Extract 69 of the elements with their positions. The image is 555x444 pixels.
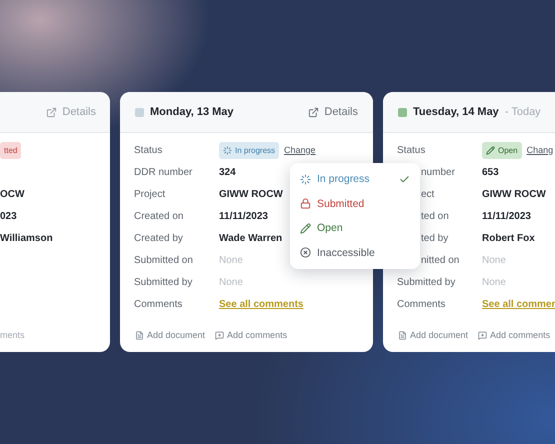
document-icon — [135, 330, 144, 340]
field-value: 11/11/2023 — [219, 210, 268, 222]
change-link[interactable]: Chang — [526, 145, 554, 155]
check-icon — [399, 174, 410, 185]
add-document-link[interactable]: Add document — [135, 330, 206, 340]
loader-icon — [223, 146, 232, 154]
field-label: ted by — [420, 232, 450, 244]
field-label: Created on — [134, 210, 184, 222]
field-label: nitted on — [420, 254, 460, 266]
comment-plus-icon — [478, 330, 488, 340]
card-title: Monday, 13 May — [150, 106, 234, 118]
loader-icon — [300, 174, 311, 185]
status-option[interactable]: Open — [290, 216, 420, 240]
comments-link[interactable]: See all comments — [219, 298, 304, 310]
field-label: Status — [134, 144, 164, 156]
pencil-icon — [486, 146, 495, 154]
status-badge: tted — [0, 142, 22, 158]
comment-plus-icon — [215, 330, 224, 340]
field-label: DDR number — [134, 166, 194, 178]
field-value: 653 — [482, 166, 499, 178]
option-label: In progress — [317, 173, 370, 186]
field-label: Submitted on — [134, 254, 194, 266]
today-label: - Today — [504, 106, 541, 118]
field-value: GIWW ROCW — [219, 188, 283, 200]
field-value: GIWW ROCW — [482, 188, 546, 200]
field-value: Wade Warren — [219, 232, 282, 244]
field-value: None — [219, 276, 243, 288]
field-label: Project — [134, 188, 166, 200]
footer-link[interactable]: ments — [0, 330, 25, 340]
status-option[interactable]: In progress — [290, 167, 420, 192]
field-value: Robert Fox — [482, 232, 535, 244]
status-option[interactable]: Submitted — [290, 192, 420, 216]
status-badge: In progress — [219, 142, 280, 158]
field-value: 324 — [219, 166, 236, 178]
add-comments-link[interactable]: Add comments — [215, 330, 288, 340]
field-value: Williamson — [0, 232, 53, 244]
field-label: Comments — [134, 298, 184, 310]
field-value: None — [219, 254, 243, 266]
field-label: Submitted by — [134, 276, 194, 288]
field-label: ted on — [420, 210, 450, 222]
change-link[interactable]: Change — [284, 145, 316, 155]
field-label: Status — [397, 144, 426, 156]
field-value: None — [482, 254, 506, 266]
lock-icon — [300, 198, 311, 210]
field-label: Created by — [134, 232, 184, 244]
details-link[interactable]: Details — [308, 106, 358, 118]
status-badge: Open — [482, 142, 522, 158]
field-value: 11/11/2023 — [482, 210, 531, 222]
field-value: OCW — [0, 188, 24, 200]
add-document-link[interactable]: Add document — [398, 330, 468, 340]
field-value: None — [482, 276, 506, 288]
status-option[interactable]: Inaccessible — [290, 240, 420, 265]
details-link[interactable]: Details — [46, 106, 96, 118]
add-comments-link[interactable]: Add comments — [478, 330, 550, 340]
x-circle-icon — [300, 247, 311, 258]
pencil-icon — [300, 222, 311, 234]
option-label: Submitted — [317, 198, 364, 210]
option-label: Inaccessible — [317, 246, 375, 259]
field-value: 023 — [0, 210, 17, 222]
field-label: number — [420, 166, 456, 178]
option-label: Open — [317, 222, 343, 234]
external-link-icon — [46, 106, 58, 118]
external-link-icon — [308, 106, 320, 118]
comments-link[interactable]: See all commer — [482, 298, 555, 310]
card-title: Tuesday, 14 May — [413, 106, 499, 118]
field-label: Comments — [397, 298, 446, 310]
document-icon — [398, 330, 407, 340]
field-label: Submitted by — [397, 276, 456, 288]
field-label: ect — [420, 188, 436, 200]
